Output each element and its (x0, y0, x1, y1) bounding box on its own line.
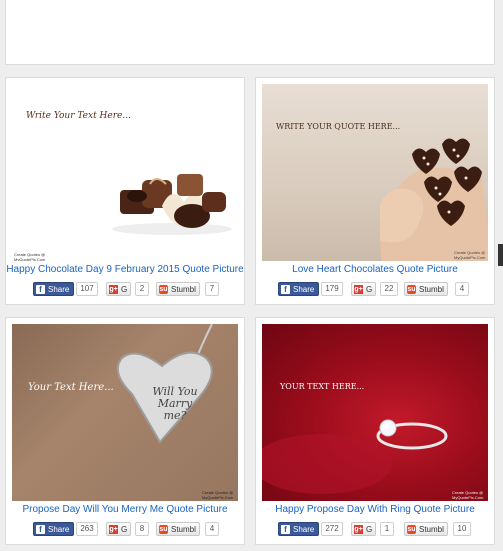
quote-picture[interactable]: Your Text Here... Will You Marry me? Cre… (12, 324, 238, 501)
google-plus-button[interactable]: g+ G (351, 522, 377, 536)
quote-card: YOUR TEXT HERE... Create Quotes @ MyQuot… (255, 317, 495, 545)
stumbleupon-button[interactable]: su Stumbl (404, 522, 448, 536)
facebook-count: 272 (321, 522, 343, 536)
stumbleupon-count: 4 (205, 522, 219, 536)
ring-illustration (262, 419, 448, 494)
quote-card: WRITE YOUR QUOTE HERE... Create Quotes @… (255, 77, 495, 305)
share-row: f Share 272 g+ G 1 su Stumbl 10 (256, 522, 494, 538)
google-plus-count: 8 (135, 522, 149, 536)
top-ad-panel (5, 0, 495, 65)
stumbleupon-icon: su (159, 525, 168, 534)
stumbleupon-button[interactable]: su Stumbl (156, 282, 200, 296)
facebook-count: 179 (321, 282, 343, 296)
quote-picture[interactable]: YOUR TEXT HERE... Create Quotes @ MyQuot… (262, 324, 488, 501)
google-plus-count: 1 (380, 522, 394, 536)
google-plus-icon: g+ (109, 285, 118, 294)
google-plus-button[interactable]: g+ G (106, 522, 132, 536)
quote-card: Your Text Here... Will You Marry me? Cre… (5, 317, 245, 545)
watermark: Create Quotes @ MyQuotePic.Com (454, 250, 486, 260)
quote-picture[interactable]: Write Your Text Here... Create Quotes @ … (12, 84, 238, 261)
chocolates-illustration (112, 174, 232, 235)
google-plus-button[interactable]: g+ G (106, 282, 132, 296)
facebook-count: 263 (76, 522, 98, 536)
stumbleupon-count: 4 (455, 282, 469, 296)
watermark: Create Quotes @ MyQuotePic.Com (14, 252, 46, 261)
quote-picture[interactable]: WRITE YOUR QUOTE HERE... Create Quotes @… (262, 84, 488, 261)
facebook-icon: f (36, 525, 45, 534)
stumbleupon-button[interactable]: su Stumbl (156, 522, 200, 536)
facebook-icon: f (281, 525, 290, 534)
google-plus-icon: g+ (354, 525, 363, 534)
google-plus-icon: g+ (109, 525, 118, 534)
watermark: Create Quotes @ MyQuotePic.Com (202, 490, 234, 500)
google-plus-count: 22 (380, 282, 398, 296)
share-row: f Share 107 g+ G 2 su Stumbl 7 (6, 282, 244, 298)
google-plus-count: 2 (135, 282, 149, 296)
quote-title-link[interactable]: Happy Propose Day With Ring Quote Pictur… (256, 504, 494, 515)
facebook-icon: f (36, 285, 45, 294)
quote-title-link[interactable]: Love Heart Chocolates Quote Picture (256, 264, 494, 275)
watermark: Create Quotes @ MyQuotePic.Com (452, 490, 484, 500)
stumbleupon-icon: su (407, 525, 416, 534)
stumbleupon-button[interactable]: su Stumbl (404, 282, 448, 296)
google-plus-icon: g+ (354, 285, 363, 294)
heart-pendant-illustration (116, 324, 213, 444)
stumbleupon-count: 7 (205, 282, 219, 296)
facebook-share-button[interactable]: f Share (278, 282, 320, 296)
share-row: f Share 179 g+ G 22 su Stumbl 4 (256, 282, 494, 298)
google-plus-button[interactable]: g+ G (351, 282, 377, 296)
quote-title-link[interactable]: Happy Chocolate Day 9 February 2015 Quot… (6, 264, 244, 275)
share-row: f Share 263 g+ G 8 su Stumbl 4 (6, 522, 244, 538)
quote-card: Write Your Text Here... Create Quotes @ … (5, 77, 245, 305)
facebook-icon: f (281, 285, 290, 294)
scrollbar-marker[interactable] (498, 244, 503, 266)
stumbleupon-icon: su (407, 285, 416, 294)
stumbleupon-count: 10 (453, 522, 471, 536)
pendant-engraving: Will You Marry me? (152, 385, 198, 422)
stumbleupon-icon: su (159, 285, 168, 294)
chocolate-hearts-illustration (380, 138, 488, 261)
facebook-share-button[interactable]: f Share (278, 522, 320, 536)
facebook-count: 107 (76, 282, 98, 296)
facebook-share-button[interactable]: f Share (33, 282, 75, 296)
quote-title-link[interactable]: Propose Day Will You Merry Me Quote Pict… (6, 504, 244, 515)
facebook-share-button[interactable]: f Share (33, 522, 75, 536)
